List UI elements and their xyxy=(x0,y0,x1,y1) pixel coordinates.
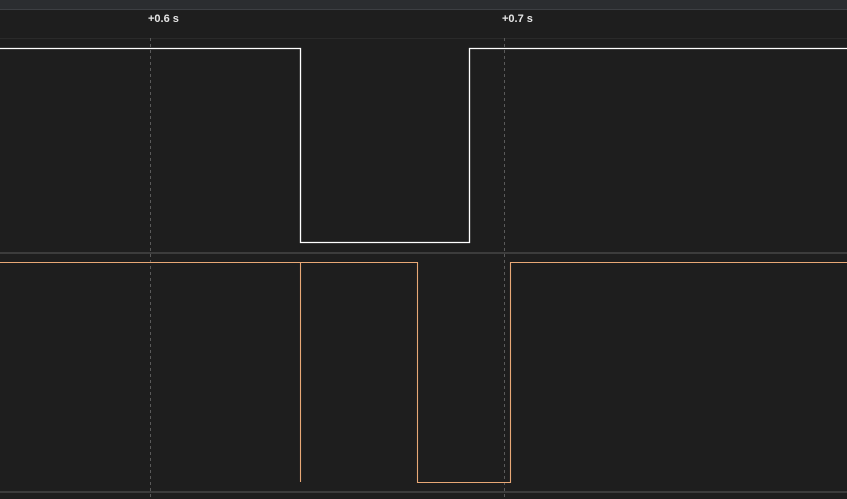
logic-analyzer-view[interactable]: +0.6 s +0.7 s xyxy=(0,0,847,499)
time-tick-label: +0.7 s xyxy=(502,13,533,25)
channel-separator xyxy=(0,491,847,493)
channel-separator xyxy=(0,252,847,254)
time-tick-label: +0.6 s xyxy=(148,13,179,25)
channel-2-waveform[interactable] xyxy=(0,261,847,484)
channel-1-waveform[interactable] xyxy=(0,47,847,244)
waveform-canvas[interactable] xyxy=(0,0,847,499)
